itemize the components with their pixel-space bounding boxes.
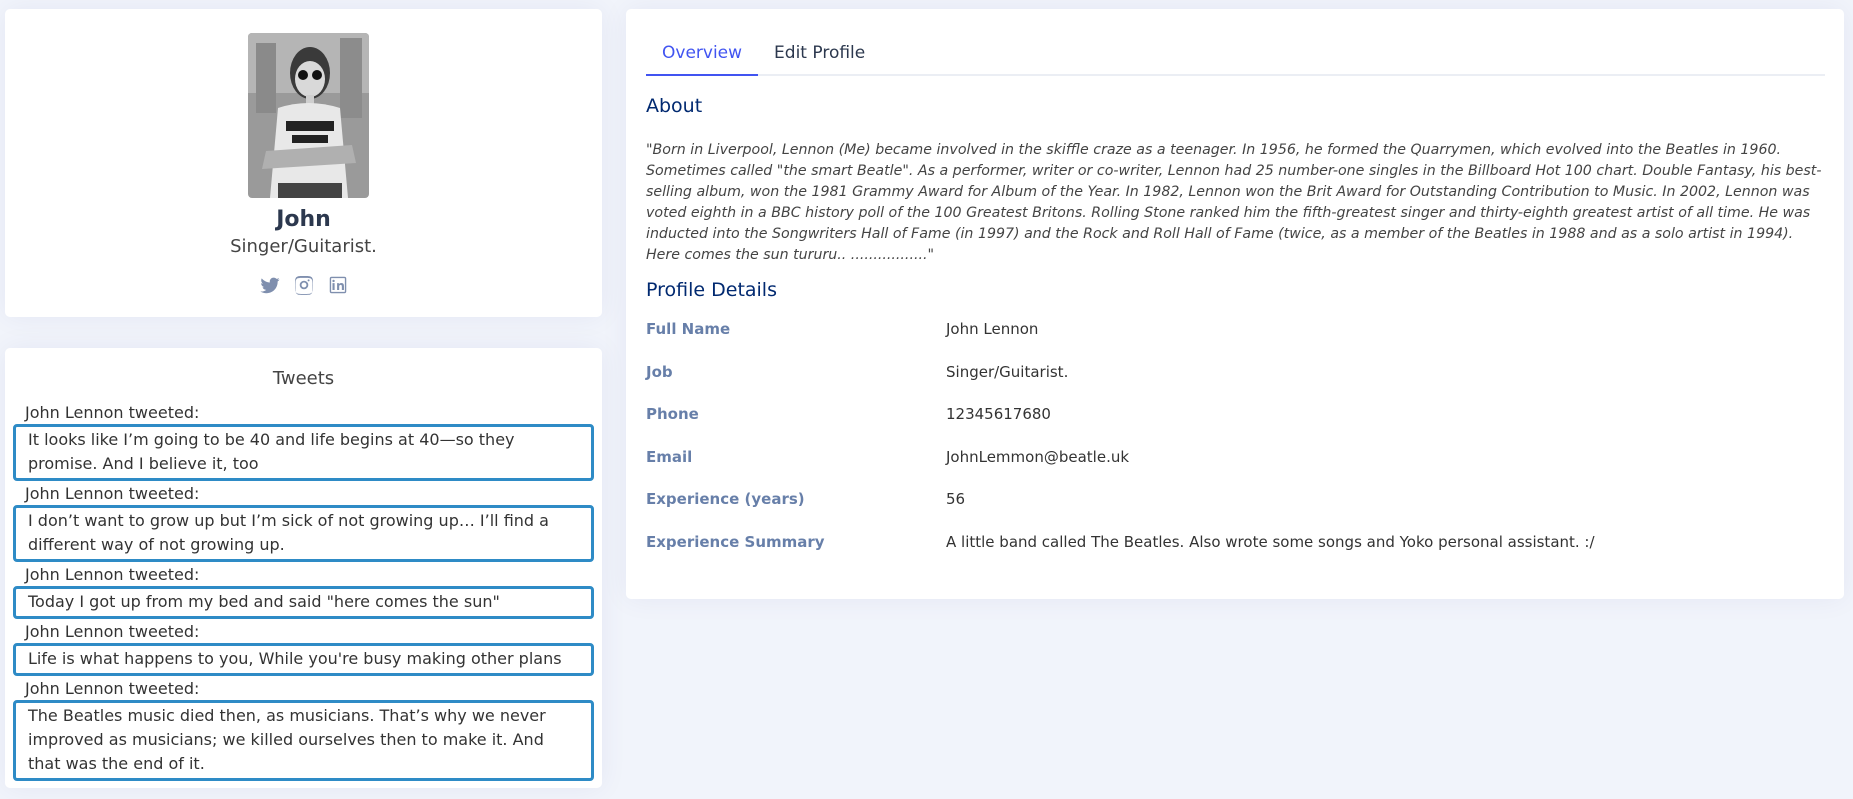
tweet-author: John Lennon tweeted:: [25, 679, 200, 698]
detail-label: Email: [646, 447, 693, 466]
tweets-card: Tweets John Lennon tweeted: It looks lik…: [5, 348, 602, 788]
tweet-author: John Lennon tweeted:: [25, 565, 200, 584]
twitter-link[interactable]: [259, 274, 281, 296]
detail-row-experience-years: Experience (years) 56: [646, 490, 1826, 533]
detail-value: 12345617680: [946, 405, 1051, 423]
detail-row-phone: Phone 12345617680: [646, 405, 1826, 448]
tweet-text: Life is what happens to you, While you'r…: [13, 643, 594, 676]
instagram-icon: [294, 276, 313, 295]
detail-label: Experience (years): [646, 490, 805, 508]
tweet-item: John Lennon tweeted: I don’t want to gro…: [13, 483, 594, 562]
detail-row-experience-summary: Experience Summary A little band called …: [646, 533, 1826, 576]
tweets-title: Tweets: [272, 368, 335, 389]
tab-overview[interactable]: Overview: [646, 29, 759, 76]
tweet-item: John Lennon tweeted: The Beatles music d…: [13, 678, 594, 781]
tweet-text: I don’t want to grow up but I’m sick of …: [13, 505, 594, 562]
profile-tabs: Overview Edit Profile: [646, 29, 1825, 76]
detail-value: Singer/Guitarist.: [946, 362, 1069, 381]
linkedin-link[interactable]: [327, 274, 349, 296]
profile-overview-card: Overview Edit Profile About "Born in Liv…: [626, 9, 1844, 599]
detail-value: A little band called The Beatles. Also w…: [946, 532, 1595, 551]
detail-value: John Lennon: [946, 320, 1039, 338]
profile-card: John Singer/Guitarist.: [5, 9, 602, 317]
about-text: "Born in Liverpool, Lennon (Me) became i…: [646, 142, 1822, 263]
tweet-item: John Lennon tweeted: Life is what happen…: [13, 621, 594, 676]
detail-value: 56: [946, 490, 966, 508]
profile-name: John: [276, 207, 331, 232]
tweet-item: John Lennon tweeted: Today I got up from…: [13, 564, 594, 619]
tab-edit-profile[interactable]: Edit Profile: [758, 29, 881, 76]
instagram-link[interactable]: [293, 274, 315, 296]
detail-label: Job: [646, 362, 673, 381]
social-links: [5, 274, 602, 296]
profile-job-title: Singer/Guitarist.: [230, 236, 377, 257]
detail-label: Experience Summary: [646, 532, 825, 551]
profile-details-heading: Profile Details: [646, 279, 777, 301]
profile-details: Full Name John Lennon Job Singer/Guitari…: [646, 320, 1826, 575]
tweet-author: John Lennon tweeted:: [25, 484, 200, 503]
tweet-item: John Lennon tweeted: It looks like I’m g…: [13, 402, 594, 481]
avatar: [248, 33, 369, 198]
about-heading: About: [646, 95, 703, 117]
linkedin-icon: [329, 276, 346, 294]
tweet-author: John Lennon tweeted:: [25, 622, 200, 641]
detail-row-email: Email JohnLemmon@beatle.uk: [646, 448, 1826, 491]
twitter-icon: [259, 277, 280, 294]
detail-value: JohnLemmon@beatle.uk: [946, 447, 1130, 466]
detail-row-job: Job Singer/Guitarist.: [646, 363, 1826, 406]
tweet-author: John Lennon tweeted:: [25, 403, 200, 422]
tweet-text: The Beatles music died then, as musician…: [13, 700, 594, 781]
tweet-list: John Lennon tweeted: It looks like I’m g…: [13, 402, 594, 783]
detail-label: Phone: [646, 405, 699, 423]
profile-photo: [248, 33, 369, 198]
tweet-text: It looks like I’m going to be 40 and lif…: [13, 424, 594, 481]
detail-row-full-name: Full Name John Lennon: [646, 320, 1826, 363]
tweet-text: Today I got up from my bed and said "her…: [13, 586, 594, 619]
detail-label: Full Name: [646, 320, 731, 338]
